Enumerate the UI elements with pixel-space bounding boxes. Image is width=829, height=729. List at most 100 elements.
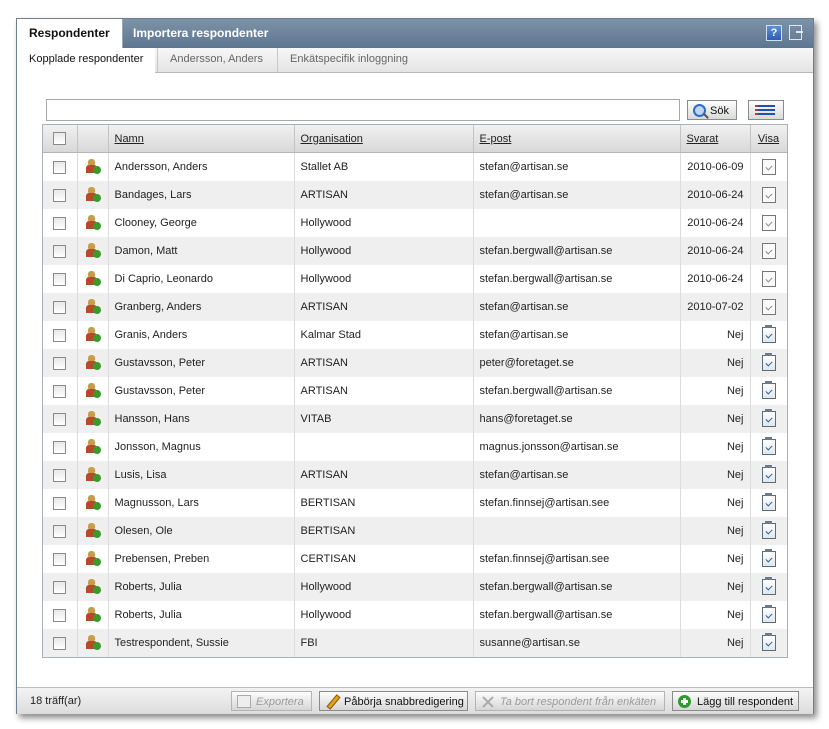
table-row[interactable]: Gustavsson, Peter ARTISAN peter@foretaget.…	[43, 349, 787, 377]
table-row[interactable]: Roberts, Julia Hollywood stefan.bergwall@a…	[43, 573, 787, 601]
remove-respondent-button[interactable]: Ta bort respondent från enkäten	[475, 691, 665, 711]
user-add-icon[interactable]	[85, 523, 101, 539]
quick-edit-button[interactable]: Påbörja snabbredigering	[319, 691, 468, 711]
clipboard-icon[interactable]	[761, 493, 776, 511]
table-row[interactable]: Bandages, Lars ARTISAN stefan@artisan.se 20…	[43, 181, 787, 209]
header-svarat[interactable]: Svarat	[680, 125, 751, 153]
user-add-icon[interactable]	[85, 411, 101, 427]
row-checkbox[interactable]	[53, 328, 67, 342]
tab-importera-respondenter[interactable]: Importera respondenter	[133, 19, 268, 48]
header-organisation[interactable]: Organisation	[294, 125, 474, 153]
clipboard-icon[interactable]	[761, 187, 776, 203]
user-add-icon[interactable]	[85, 439, 101, 455]
clipboard-icon[interactable]	[761, 243, 776, 259]
user-add-icon[interactable]	[85, 187, 101, 203]
add-respondent-button[interactable]: Lägg till respondent	[672, 691, 799, 711]
header-organisation-label[interactable]: Organisation	[301, 133, 363, 145]
user-add-icon[interactable]	[85, 299, 101, 315]
header-visa[interactable]: Visa	[750, 125, 787, 153]
table-row[interactable]: Jonsson, Magnus magnus.jonsson@artisan.se…	[43, 433, 787, 461]
export-button[interactable]: Exportera	[231, 691, 312, 711]
header-namn[interactable]: Namn	[108, 125, 295, 153]
user-add-icon[interactable]	[85, 355, 101, 371]
user-add-icon[interactable]	[85, 551, 101, 567]
table-row[interactable]: Hansson, Hans VITAB hans@foretaget.se Nej	[43, 405, 787, 433]
subtab-respondent-detail[interactable]: Andersson, Anders	[157, 48, 275, 72]
help-icon[interactable]: ?	[766, 25, 782, 41]
table-row[interactable]: Di Caprio, Leonardo Hollywood stefan.bergw…	[43, 265, 787, 293]
user-add-icon[interactable]	[85, 579, 101, 595]
clipboard-icon[interactable]	[761, 299, 776, 315]
row-svarat: 2010-06-24	[680, 265, 751, 293]
row-checkbox[interactable]	[53, 300, 67, 314]
row-checkbox[interactable]	[53, 636, 67, 650]
search-button[interactable]: Sök	[687, 100, 737, 120]
header-svarat-label[interactable]: Svarat	[687, 133, 719, 145]
exit-icon[interactable]	[789, 25, 803, 40]
clipboard-icon[interactable]	[761, 465, 776, 483]
clipboard-icon[interactable]	[761, 549, 776, 567]
row-visa-cell	[750, 405, 787, 433]
table-row[interactable]: Granberg, Anders ARTISAN stefan@artisan.se…	[43, 293, 787, 321]
clipboard-icon[interactable]	[761, 577, 776, 595]
column-chooser-button[interactable]	[748, 100, 784, 120]
row-namn: Magnusson, Lars	[108, 489, 295, 517]
table-row[interactable]: Gustavsson, Peter ARTISAN stefan.bergwall@…	[43, 377, 787, 405]
header-namn-label[interactable]: Namn	[115, 133, 144, 145]
table-row[interactable]: Olesen, Ole BERTISAN Nej	[43, 517, 787, 545]
row-checkbox[interactable]	[53, 216, 67, 230]
table-row[interactable]: Damon, Matt Hollywood stefan.bergwall@arti…	[43, 237, 787, 265]
row-checkbox[interactable]	[53, 496, 67, 510]
table-row[interactable]: Clooney, George Hollywood 2010-06-24	[43, 209, 787, 237]
clipboard-icon[interactable]	[761, 271, 776, 287]
clipboard-icon[interactable]	[761, 521, 776, 539]
header-epost[interactable]: E-post	[473, 125, 681, 153]
clipboard-icon[interactable]	[761, 353, 776, 371]
clipboard-icon[interactable]	[761, 381, 776, 399]
user-add-icon[interactable]	[85, 271, 101, 287]
table-row[interactable]: Granis, Anders Kalmar Stad stefan@artisan.…	[43, 321, 787, 349]
user-add-icon[interactable]	[85, 327, 101, 343]
select-all-checkbox[interactable]	[53, 132, 67, 145]
table-row[interactable]: Magnusson, Lars BERTISAN stefan.finnsej@ar…	[43, 489, 787, 517]
row-checkbox[interactable]	[53, 272, 67, 286]
row-checkbox[interactable]	[53, 160, 67, 174]
clipboard-icon[interactable]	[761, 215, 776, 231]
user-add-icon[interactable]	[85, 383, 101, 399]
table-row[interactable]: Prebensen, Preben CERTISAN stefan.finnsej@…	[43, 545, 787, 573]
row-checkbox[interactable]	[53, 468, 67, 482]
user-add-icon[interactable]	[85, 243, 101, 259]
header-epost-label[interactable]: E-post	[480, 133, 512, 145]
clipboard-icon[interactable]	[761, 437, 776, 455]
tab-respondenter[interactable]: Respondenter	[17, 19, 123, 48]
user-add-icon[interactable]	[85, 495, 101, 511]
user-add-icon[interactable]	[85, 607, 101, 623]
user-add-icon[interactable]	[85, 159, 101, 175]
clipboard-icon[interactable]	[761, 159, 776, 175]
row-checkbox[interactable]	[53, 552, 67, 566]
row-checkbox[interactable]	[53, 580, 67, 594]
row-checkbox[interactable]	[53, 244, 67, 258]
row-checkbox[interactable]	[53, 188, 67, 202]
row-checkbox[interactable]	[53, 440, 67, 454]
table-row[interactable]: Roberts, Julia Hollywood stefan.bergwall@a…	[43, 601, 787, 629]
subtab-kopplade-respondenter[interactable]: Kopplade respondenter	[17, 48, 156, 73]
user-add-icon[interactable]	[85, 635, 101, 651]
search-input[interactable]	[46, 99, 680, 121]
table-row[interactable]: Andersson, Anders Stallet AB stefan@artisa…	[43, 152, 787, 181]
clipboard-icon[interactable]	[761, 633, 776, 651]
row-checkbox[interactable]	[53, 412, 67, 426]
row-checkbox[interactable]	[53, 384, 67, 398]
row-checkbox[interactable]	[53, 608, 67, 622]
subtab-enkatspecifik-inloggning[interactable]: Enkätspecifik inloggning	[277, 48, 420, 72]
clipboard-icon[interactable]	[761, 409, 776, 427]
table-row[interactable]: Testrespondent, Sussie FBI susanne@artisan…	[43, 629, 787, 657]
row-checkbox[interactable]	[53, 356, 67, 370]
clipboard-icon[interactable]	[761, 605, 776, 623]
user-add-icon[interactable]	[85, 467, 101, 483]
clipboard-icon[interactable]	[761, 325, 776, 343]
row-checkbox[interactable]	[53, 524, 67, 538]
table-row[interactable]: Lusis, Lisa ARTISAN stefan@artisan.se Nej	[43, 461, 787, 489]
header-visa-label[interactable]: Visa	[758, 133, 779, 145]
user-add-icon[interactable]	[85, 215, 101, 231]
